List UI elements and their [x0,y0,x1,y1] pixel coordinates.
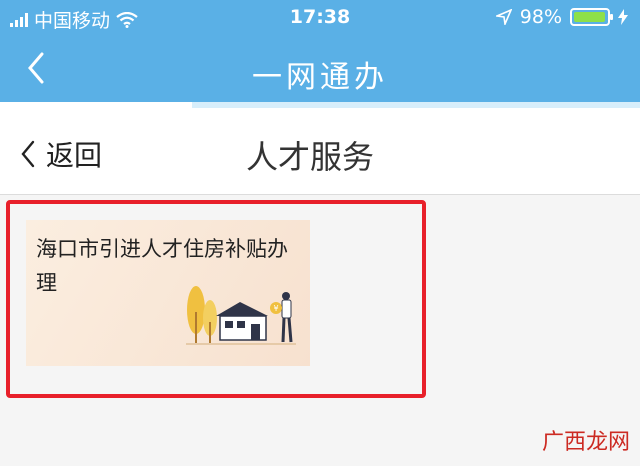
page-title: 一网通办 [252,60,388,95]
svg-text:¥: ¥ [273,304,278,313]
app-header: 中国移动 17:38 98% 一网通办 [0,0,640,108]
status-right: 98% [495,6,628,28]
status-bar: 中国移动 17:38 98% [0,0,640,36]
house-with-person-illustration: ¥ [186,286,296,345]
watermark: 广西龙网 [541,430,630,455]
battery-fill [574,12,606,22]
sub-header: 返回 人才服务 [0,108,640,195]
battery-icon [570,8,613,26]
battery-percent: 98% [519,6,562,28]
section-title: 人才服务 [245,138,374,176]
service-card-housing-subsidy[interactable]: 海口市引进人才住房补贴办理 ¥ [26,220,310,366]
charging-icon [618,9,628,25]
location-arrow-icon [495,9,512,25]
